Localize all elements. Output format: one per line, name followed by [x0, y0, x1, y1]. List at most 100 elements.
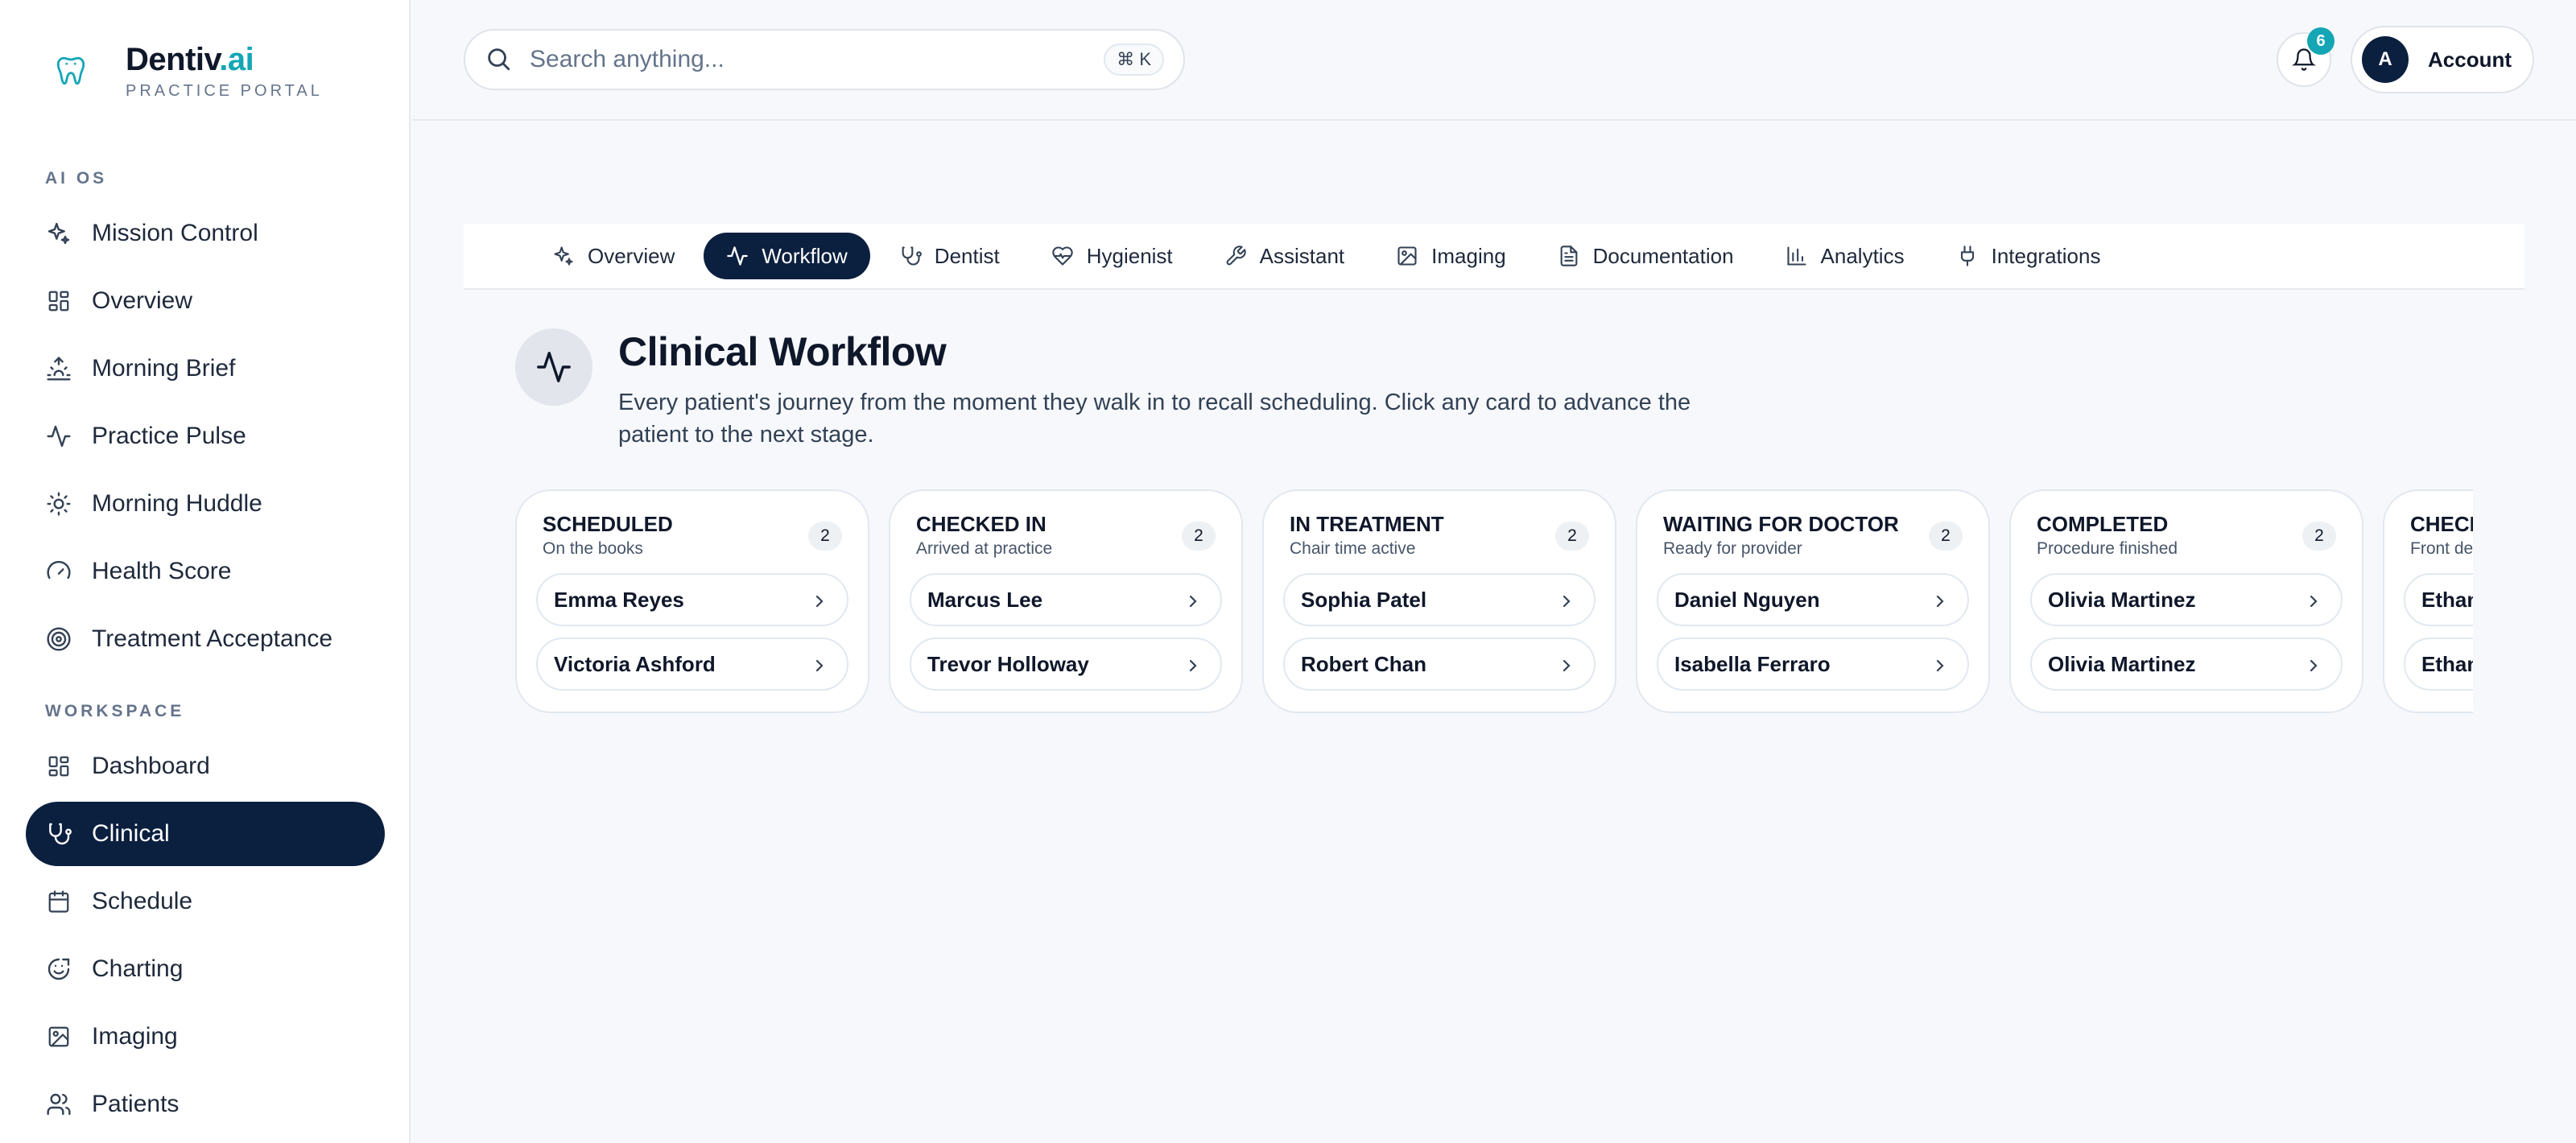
grid-icon	[45, 287, 72, 315]
sidebar-item-practice-pulse[interactable]: Practice Pulse	[26, 404, 385, 468]
tab-label: Workflow	[762, 243, 848, 268]
patient-card[interactable]: Robert Chan	[1283, 638, 1596, 691]
tab-label: Integrations	[1991, 243, 2101, 268]
column-title: COMPLETED	[2037, 512, 2169, 536]
patient-card[interactable]: Marcus Lee	[910, 573, 1222, 626]
nav-section-workspace: WORKSPACE	[45, 702, 185, 720]
sidebar-item-label: Morning Huddle	[92, 490, 262, 517]
patient-card[interactable]: Sophia Patel	[1283, 573, 1596, 626]
tab-hygienist[interactable]: Hygienist	[1029, 233, 1195, 279]
pulse-icon	[515, 328, 592, 406]
workflow-column-checked-in: CHECKED IN Arrived at practice 2 Marcus …	[889, 489, 1243, 713]
patient-card[interactable]: Olivia Martinez	[2030, 573, 2343, 626]
sidebar-item-mission-control[interactable]: Mission Control	[26, 201, 385, 266]
patient-card[interactable]: Isabella Ferraro	[1657, 638, 1969, 691]
sidebar-item-imaging[interactable]: Imaging	[26, 1005, 385, 1069]
column-title: WAITING FOR DOCTOR	[1663, 512, 1899, 536]
pulse-icon	[45, 423, 72, 450]
nav-section-ai-os: AI OS	[45, 169, 108, 188]
tab-documentation[interactable]: Documentation	[1535, 233, 1757, 279]
patient-name: Ethan	[2421, 587, 2473, 612]
account-button[interactable]: A Account	[2351, 26, 2534, 93]
gauge-icon	[45, 558, 72, 585]
sidebar-item-label: Practice Pulse	[92, 423, 246, 449]
sidebar-item-label: Imaging	[92, 1023, 178, 1050]
workflow-column-waiting-for-doctor: WAITING FOR DOCTOR Ready for provider 2 …	[1636, 489, 1990, 713]
column-title: SCHEDULED	[543, 512, 673, 536]
patient-name: Isabella Ferraro	[1674, 651, 1831, 676]
patient-card[interactable]: Ethan	[2404, 573, 2473, 626]
tab-imaging[interactable]: Imaging	[1373, 233, 1529, 279]
workflow-column-completed: COMPLETED Procedure finished 2 Olivia Ma…	[2009, 489, 2363, 713]
sunrise-icon	[45, 355, 72, 382]
page-title: Clinical Workflow	[618, 329, 947, 374]
tab-dentist[interactable]: Dentist	[877, 233, 1022, 279]
tab-label: Dentist	[934, 243, 1000, 268]
patient-card[interactable]: Victoria Ashford	[536, 638, 848, 691]
sidebar-item-treatment-acceptance[interactable]: Treatment Acceptance	[26, 607, 385, 671]
brand[interactable]: Dentiv.ai PRACTICE PORTAL	[45, 40, 323, 101]
bar-chart-icon	[1785, 245, 1808, 267]
column-title: IN TREATMENT	[1290, 512, 1444, 536]
sidebar: Dentiv.ai PRACTICE PORTAL AI OS Mission …	[0, 0, 411, 1143]
top-bar: ⌘ K 6 A Account	[412, 0, 2576, 121]
chevron-right-icon	[2304, 656, 2323, 675]
sidebar-item-label: Clinical	[92, 820, 170, 847]
column-count-badge: 2	[1555, 522, 1589, 551]
column-subtitle: Arrived at practice	[916, 539, 1053, 558]
sidebar-item-health-score[interactable]: Health Score	[26, 539, 385, 604]
calendar-icon	[45, 888, 72, 915]
image-icon	[1396, 245, 1418, 267]
tab-overview[interactable]: Overview	[530, 233, 697, 279]
sidebar-item-label: Overview	[92, 287, 193, 314]
sidebar-item-morning-brief[interactable]: Morning Brief	[26, 336, 385, 401]
tab-integrations[interactable]: Integrations	[1934, 233, 2124, 279]
sidebar-item-label: Treatment Acceptance	[92, 625, 333, 652]
patient-card[interactable]: Emma Reyes	[536, 573, 848, 626]
tab-label: Documentation	[1592, 243, 1734, 268]
column-count-badge: 2	[808, 522, 842, 551]
workflow-column-in-treatment: IN TREATMENT Chair time active 2 Sophia …	[1262, 489, 1616, 713]
patient-name: Marcus Lee	[927, 587, 1043, 612]
sidebar-item-charting[interactable]: Charting	[26, 937, 385, 1001]
patient-name: Sophia Patel	[1301, 587, 1427, 612]
patient-card[interactable]: Olivia Martinez	[2030, 638, 2343, 691]
patient-name: Robert Chan	[1301, 651, 1426, 676]
shortcut-hint: ⌘ K	[1104, 43, 1164, 76]
tab-workflow[interactable]: Workflow	[704, 233, 870, 279]
column-count-badge: 2	[1929, 522, 1963, 551]
sidebar-item-patients[interactable]: Patients	[26, 1072, 385, 1137]
sidebar-item-label: Health Score	[92, 558, 232, 584]
tab-label: Imaging	[1431, 243, 1506, 268]
column-title: CHECKED IN	[916, 512, 1046, 536]
chevron-right-icon	[810, 656, 829, 675]
column-title: CHECK	[2410, 512, 2473, 536]
stethoscope-icon	[899, 245, 922, 267]
patient-name: Trevor Holloway	[927, 651, 1089, 676]
chevron-right-icon	[1183, 656, 1203, 675]
tab-assistant[interactable]: Assistant	[1202, 233, 1368, 279]
patient-card[interactable]: Daniel Nguyen	[1657, 573, 1969, 626]
search-bar[interactable]: ⌘ K	[464, 29, 1185, 90]
sidebar-item-morning-huddle[interactable]: Morning Huddle	[26, 472, 385, 536]
patient-name: Victoria Ashford	[554, 651, 716, 676]
plug-icon	[1956, 245, 1979, 267]
grid-icon	[45, 753, 72, 780]
chevron-right-icon	[1557, 592, 1576, 611]
workflow-board: SCHEDULED On the books 2 Emma Reyes Vict…	[515, 489, 2473, 715]
search-input[interactable]	[530, 46, 1093, 73]
patient-name: Ethan	[2421, 651, 2473, 676]
patient-card[interactable]: Ethan	[2404, 638, 2473, 691]
patient-card[interactable]: Trevor Holloway	[910, 638, 1222, 691]
column-subtitle: Ready for provider	[1663, 539, 1802, 558]
tab-analytics[interactable]: Analytics	[1763, 233, 1927, 279]
target-icon	[45, 625, 72, 653]
patient-name: Olivia Martinez	[2048, 587, 2196, 612]
sidebar-item-clinical[interactable]: Clinical	[26, 802, 385, 866]
users-icon	[45, 1091, 72, 1118]
notification-count-badge: 6	[2307, 27, 2334, 55]
sidebar-item-schedule[interactable]: Schedule	[26, 869, 385, 934]
column-subtitle: Front de	[2410, 539, 2473, 558]
sidebar-item-dashboard[interactable]: Dashboard	[26, 734, 385, 798]
sidebar-item-overview[interactable]: Overview	[26, 269, 385, 333]
